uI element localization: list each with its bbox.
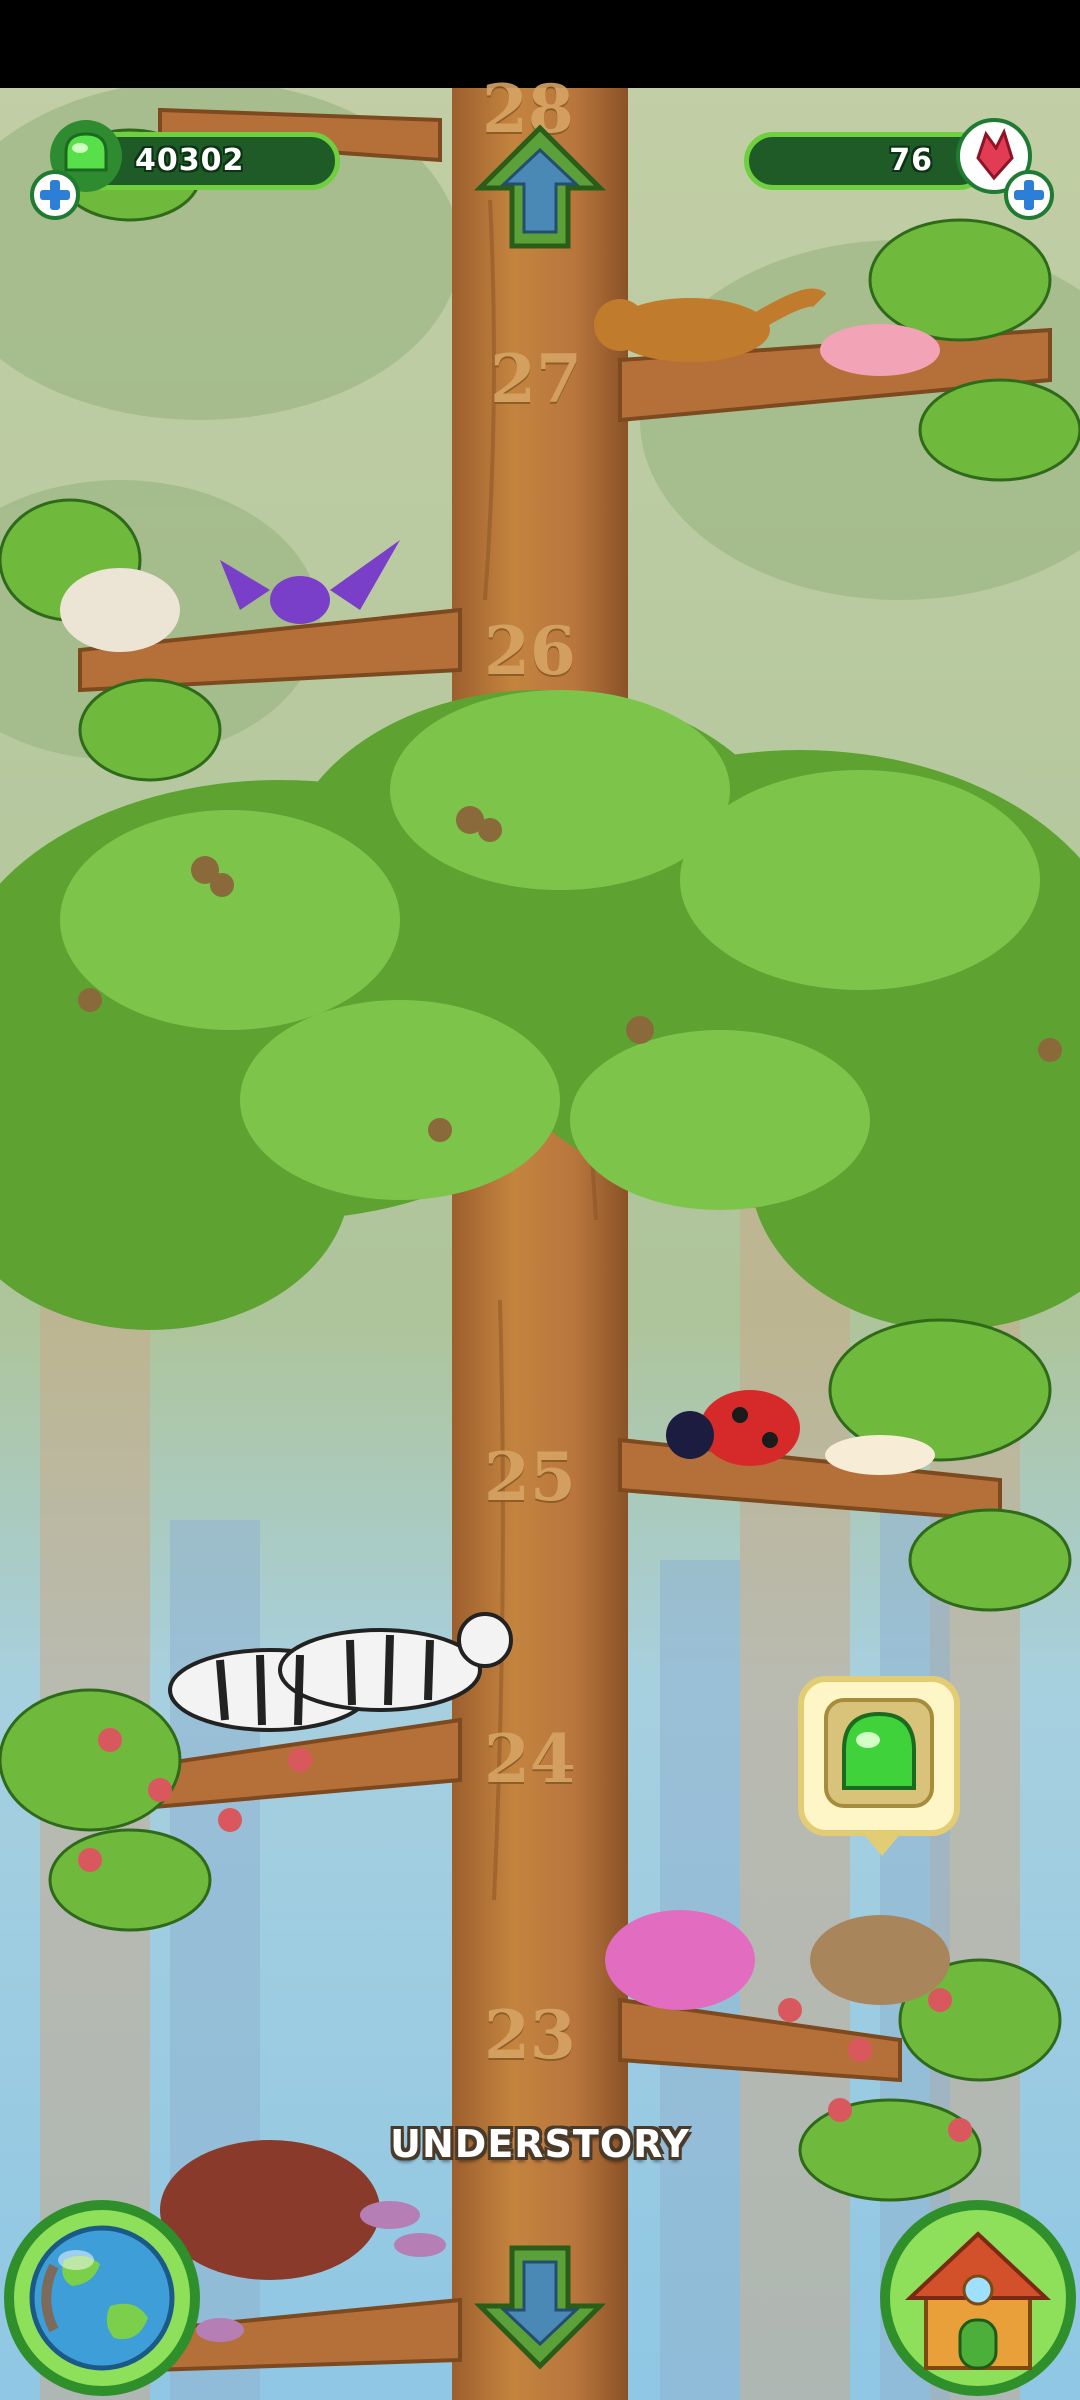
gems-count: 40302 [135,143,245,178]
arrow-down-icon [473,2245,607,2370]
add-rubies-button[interactable] [1004,170,1054,220]
globe-icon [29,2225,175,2371]
scroll-up-button[interactable] [472,122,608,258]
add-gems-button[interactable] [30,170,80,220]
arrow-up-icon [473,124,607,249]
green-gem-icon [824,1698,934,1808]
scroll-down-button[interactable] [472,2236,608,2372]
rubies-count: 76 [889,143,933,178]
level-number-25: 25 [484,1438,576,1516]
home-button[interactable] [880,2200,1076,2396]
bubble-pointer [862,1832,902,1856]
area-name-label: UNDERSTORY [390,2122,690,2166]
plus-icon [40,180,70,210]
house-icon [904,2231,1052,2370]
level-number-24: 24 [484,1720,576,1798]
rubies-counter: 76 [744,132,988,190]
collect-gem-bubble[interactable] [798,1676,960,1856]
plus-icon [1014,180,1044,210]
level-number-26: 26 [484,612,576,690]
level-number-23: 23 [484,1996,576,2074]
world-map-button[interactable] [4,2200,200,2396]
level-number-27: 27 [490,340,582,418]
